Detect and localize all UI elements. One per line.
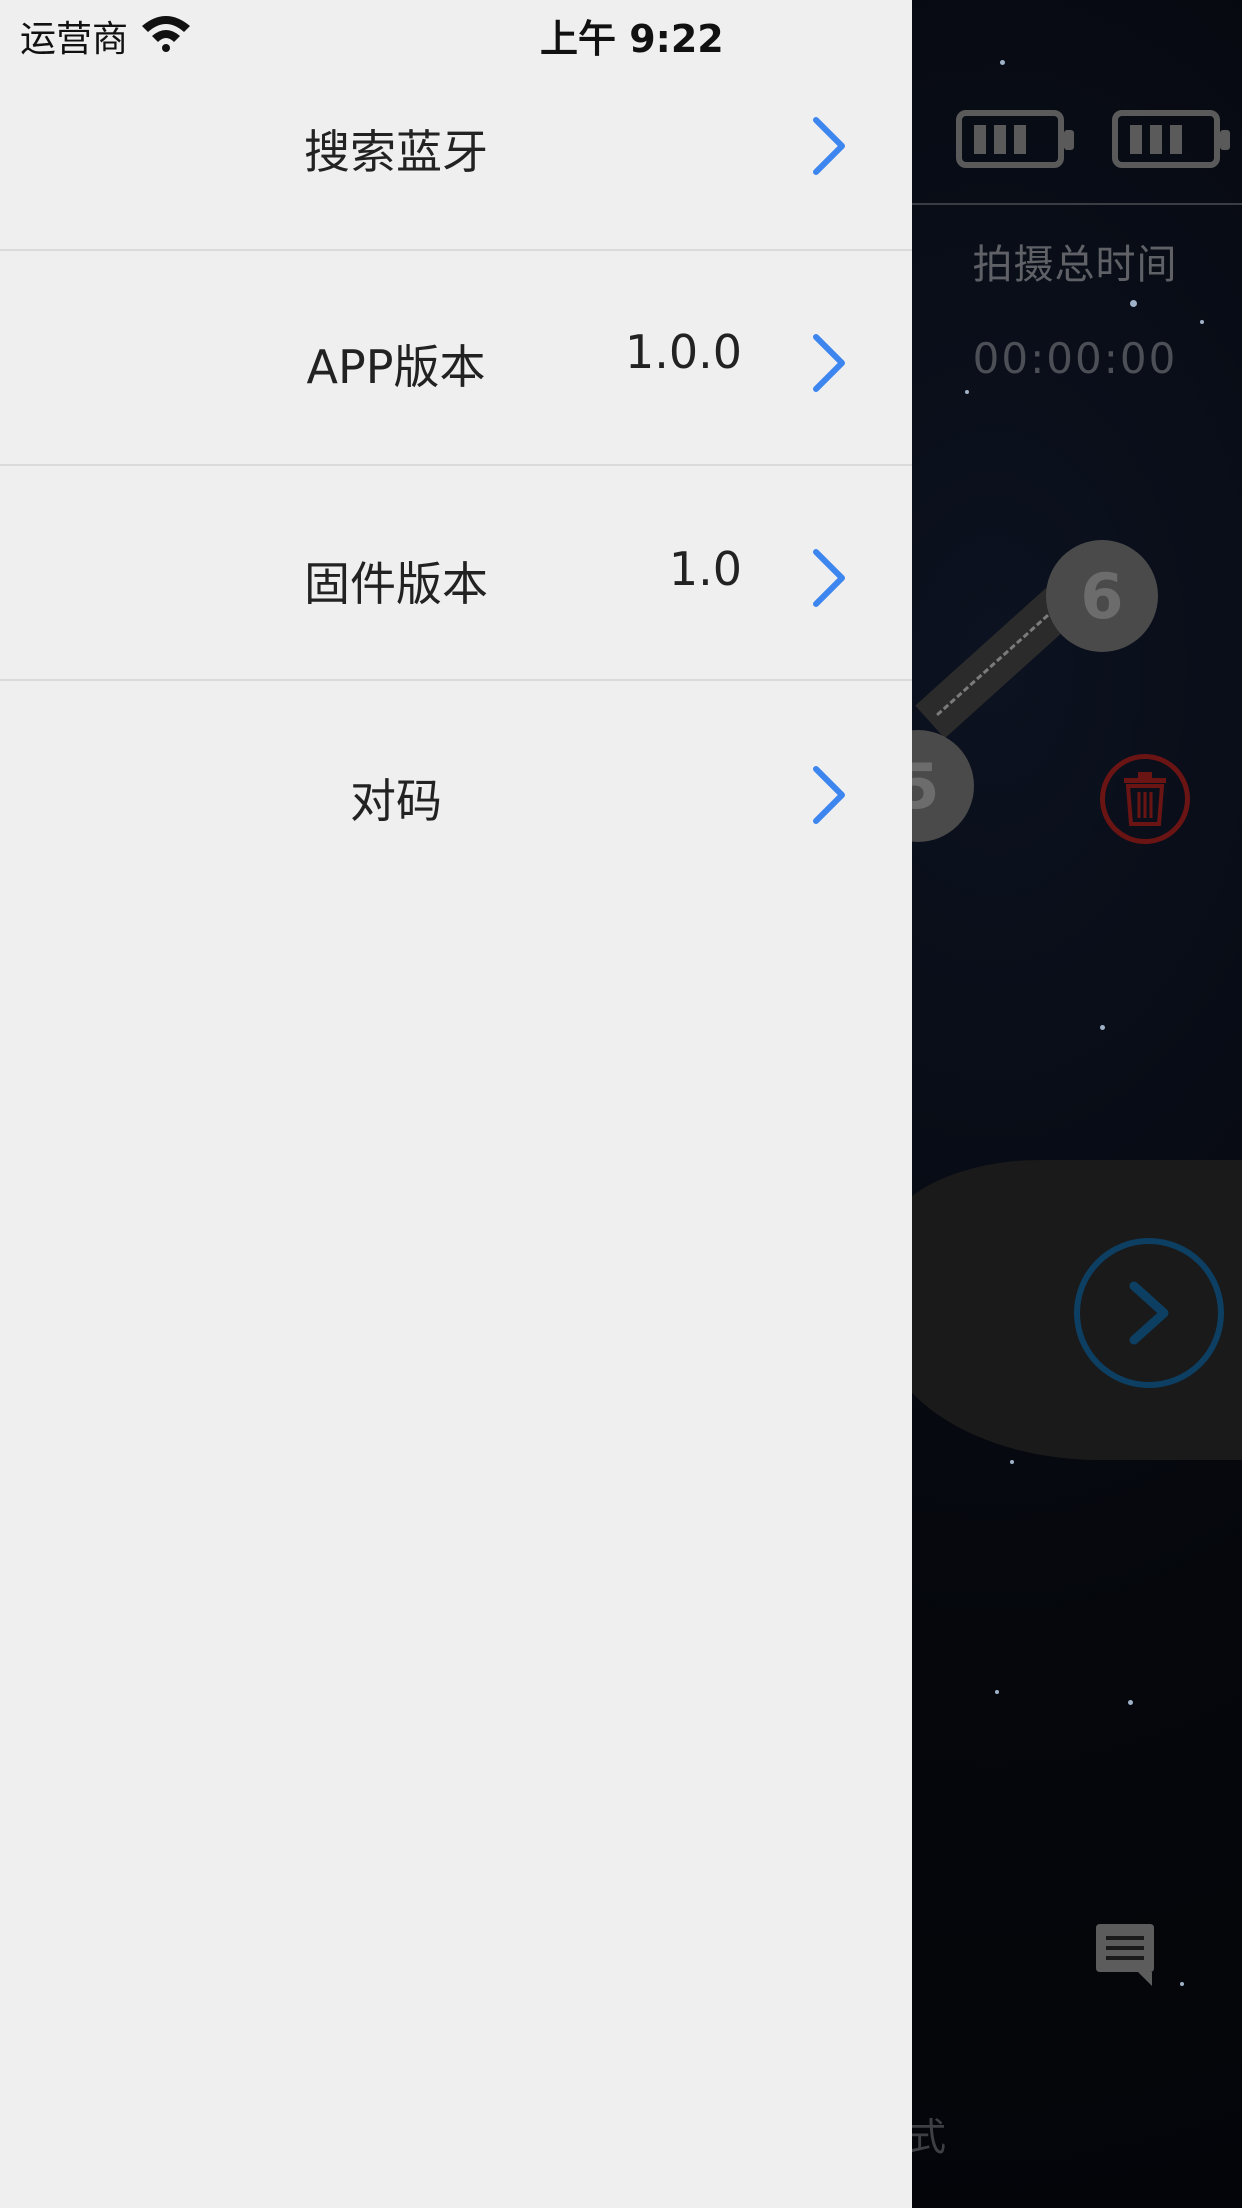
menu-item-search-bluetooth[interactable]: 搜索蓝牙 [0,36,912,251]
status-time: 上午 9:22 [540,17,724,61]
next-button[interactable] [1074,1238,1224,1388]
star [1200,320,1204,324]
wifi-icon [142,16,190,52]
star [1180,1982,1184,1986]
chevron-right-icon [813,549,845,607]
delete-button[interactable] [1100,754,1190,844]
star [1100,1025,1105,1030]
trash-icon [1124,772,1166,826]
camera-battery-icon [956,110,1074,168]
total-time-label: 拍摄总时间 [972,242,1178,288]
menu-item-firmware-version[interactable]: 固件版本 1.0 [0,466,912,681]
total-time-value: 00:00:00 [972,334,1178,383]
star [995,1690,999,1694]
background-divider [912,203,1242,205]
star [1130,300,1137,307]
chevron-right-icon [813,117,845,175]
chevron-right-icon [813,334,845,392]
message-icon[interactable] [1094,1924,1156,1986]
star [965,390,969,394]
star [1010,1460,1014,1464]
device-battery-icon [1112,110,1230,168]
menu-item-label: 搜索蓝牙 [304,125,488,179]
chevron-right-icon [1129,1281,1169,1345]
menu-item-app-version[interactable]: APP版本 1.0.0 [0,251,912,466]
menu-item-label: APP版本 [306,340,486,394]
side-drawer: 搜索蓝牙 APP版本 1.0.0 固件版本 1.0 对码 [0,0,912,2208]
menu-item-pairing[interactable]: 对码 [0,681,912,896]
app-version-value: 1.0.0 [624,325,742,379]
star [1128,1700,1133,1705]
menu-item-label: 对码 [350,774,442,828]
carrier-label: 运营商 [20,19,129,60]
chevron-right-icon [813,766,845,824]
firmware-version-value: 1.0 [668,542,742,596]
menu-item-label: 固件版本 [304,557,488,611]
status-bar: 运营商 上午 9:22 [0,0,1242,64]
keyframe-node-6[interactable]: 6 [1046,540,1158,652]
